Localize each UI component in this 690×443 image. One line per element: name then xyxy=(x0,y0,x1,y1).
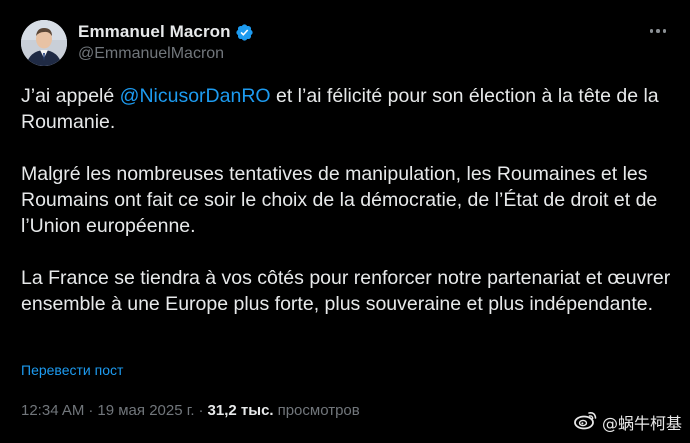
post-meta: 12:34 AM · 19 мая 2025 г. · 31,2 тыс. пр… xyxy=(21,402,360,419)
tweet-text: J’ai appelé @NicusorDanRO et l’ai félici… xyxy=(21,83,681,317)
more-options-icon xyxy=(649,29,654,33)
author-name-row: Emmanuel Macron xyxy=(78,21,254,43)
tweet-paragraph-3: La France se tiendra à vos côtés pour re… xyxy=(21,267,671,315)
post-date[interactable]: 19 мая 2025 г. xyxy=(97,402,194,419)
author-handle[interactable]: @EmmanuelMacron xyxy=(78,45,224,63)
mention-link[interactable]: @NicusorDanRO xyxy=(120,85,271,107)
weibo-icon xyxy=(574,410,598,434)
more-options-icon-dot xyxy=(656,29,660,33)
meta-separator: · xyxy=(88,402,94,419)
avatar[interactable] xyxy=(21,20,67,66)
watermark-text: @蜗牛柯基 xyxy=(601,414,682,433)
tweet-paragraph-1: J’ai appelé @NicusorDanRO et l’ai félici… xyxy=(21,83,681,135)
views-label: просмотров xyxy=(277,402,360,419)
views-count: 31,2 тыс. xyxy=(207,402,274,419)
translate-post-link[interactable]: Перевести пост xyxy=(21,362,123,378)
more-options-icon-dot xyxy=(662,29,667,33)
tweet-paragraph-2: Malgré les nombreuses tentatives de mani… xyxy=(21,163,658,237)
meta-separator: · xyxy=(198,402,204,419)
tweet-text-segment: J’ai appelé xyxy=(21,85,120,107)
author-display-name[interactable]: Emmanuel Macron xyxy=(78,22,231,42)
verified-badge-icon[interactable] xyxy=(235,23,254,42)
tweet-card: Emmanuel Macron @EmmanuelMacron J’ai app… xyxy=(0,0,690,443)
avatar-photo xyxy=(21,20,67,66)
post-time[interactable]: 12:34 AM xyxy=(21,402,84,419)
more-options-button[interactable] xyxy=(646,22,670,40)
watermark: @蜗牛柯基 xyxy=(574,410,682,434)
